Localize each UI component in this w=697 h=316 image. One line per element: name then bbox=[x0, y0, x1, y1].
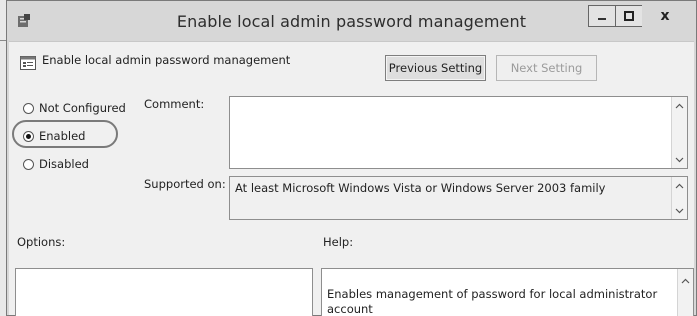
policy-setting-dialog: Enable local admin password management x bbox=[6, 0, 697, 316]
radio-label: Disabled bbox=[39, 157, 89, 171]
supported-on-value: At least Microsoft Windows Vista or Wind… bbox=[235, 181, 606, 195]
comment-label: Comment: bbox=[144, 97, 205, 111]
title-bar[interactable]: Enable local admin password management x bbox=[7, 1, 696, 41]
radio-button[interactable] bbox=[23, 130, 34, 142]
previous-setting-button[interactable]: Previous Setting bbox=[385, 55, 486, 81]
screen: Enable local admin password management x bbox=[0, 0, 697, 316]
help-pane[interactable]: Enables management of password for local… bbox=[321, 268, 694, 316]
help-scrollbar[interactable] bbox=[677, 269, 693, 316]
comment-scrollbar[interactable] bbox=[671, 97, 687, 168]
setting-name: Enable local admin password management bbox=[42, 53, 291, 67]
supported-on-label: Supported on: bbox=[144, 177, 226, 191]
options-pane[interactable] bbox=[15, 268, 313, 316]
close-icon: x bbox=[660, 8, 670, 24]
radio-label: Enabled bbox=[39, 129, 86, 143]
options-label: Options: bbox=[17, 235, 66, 249]
minimize-button[interactable] bbox=[588, 5, 616, 27]
chevron-up-icon[interactable] bbox=[672, 178, 687, 193]
radio-enabled[interactable]: Enabled bbox=[23, 129, 85, 143]
radio-not-configured[interactable]: Not Configured bbox=[23, 101, 126, 115]
supported-on-scrollbar[interactable] bbox=[671, 177, 687, 219]
window-controls: x bbox=[588, 5, 688, 27]
radio-label: Not Configured bbox=[39, 101, 126, 115]
radio-button[interactable] bbox=[23, 158, 34, 170]
policy-setting-icon bbox=[20, 55, 36, 70]
chevron-down-icon[interactable] bbox=[672, 203, 687, 218]
chevron-up-icon[interactable] bbox=[678, 273, 693, 288]
next-setting-button[interactable]: Next Setting bbox=[496, 55, 597, 81]
maximize-icon bbox=[624, 11, 634, 21]
comment-textarea[interactable] bbox=[229, 96, 688, 169]
radio-button[interactable] bbox=[23, 102, 34, 114]
maximize-button[interactable] bbox=[615, 5, 643, 27]
dialog-body: Enable local admin password management P… bbox=[9, 41, 694, 316]
radio-disabled[interactable]: Disabled bbox=[23, 157, 89, 171]
help-text: Enables management of password for local… bbox=[327, 287, 658, 316]
chevron-down-icon[interactable] bbox=[672, 152, 687, 167]
minimize-icon bbox=[598, 18, 606, 20]
close-button[interactable]: x bbox=[642, 5, 688, 27]
help-label: Help: bbox=[323, 235, 354, 249]
chevron-up-icon[interactable] bbox=[672, 98, 687, 113]
supported-on-field: At least Microsoft Windows Vista or Wind… bbox=[229, 176, 688, 220]
